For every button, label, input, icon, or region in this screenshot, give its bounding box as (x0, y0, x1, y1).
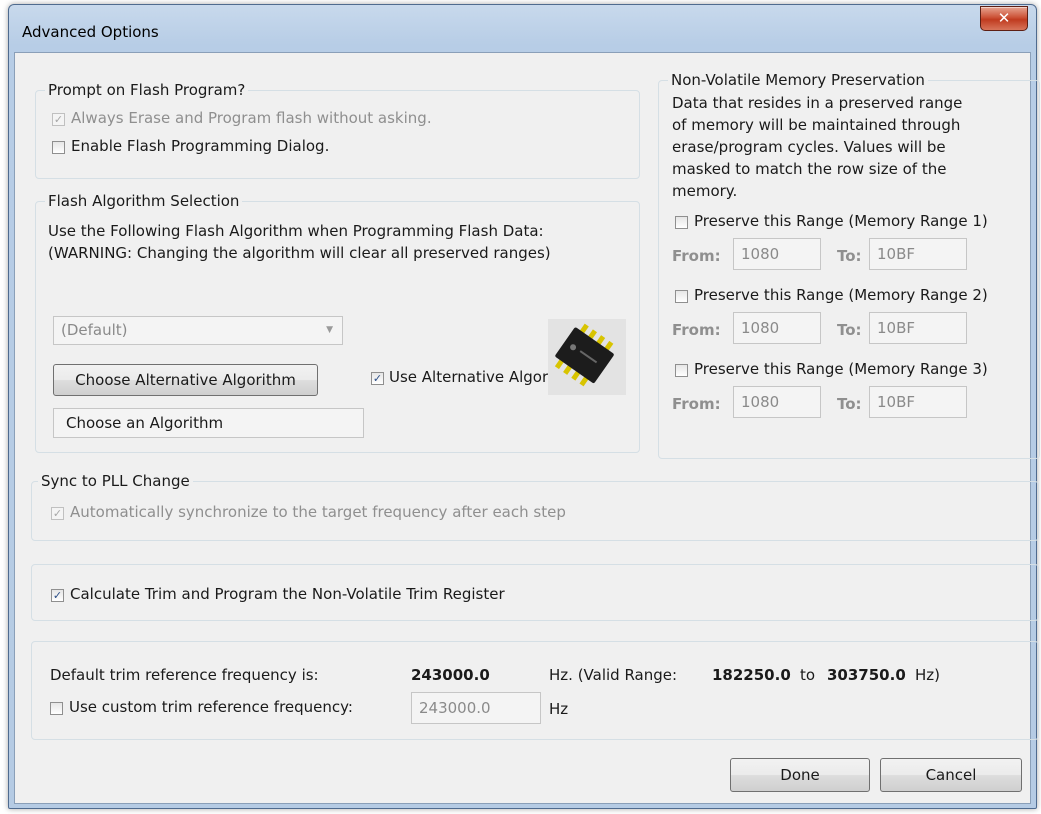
range-1-from-input[interactable]: 1080 (733, 238, 821, 270)
auto-sync-checkbox[interactable]: ✓ (51, 507, 64, 520)
algorithm-description-line2: (WARNING: Changing the algorithm will cl… (48, 244, 551, 262)
advanced-options-window: Advanced Options ✕ Prompt on Flash Progr… (8, 4, 1040, 809)
algorithm-name-field: Choose an Algorithm (53, 408, 364, 438)
range-2-from-input[interactable]: 1080 (733, 312, 821, 344)
calculate-trim-group: ✓ Calculate Trim and Program the Non-Vol… (31, 564, 1039, 621)
auto-sync-label: Automatically synchronize to the target … (70, 503, 566, 521)
algorithm-select-value: (Default) (61, 321, 128, 339)
title-bar[interactable]: Advanced Options ✕ (9, 5, 1036, 57)
preserve-range-1-label: Preserve this Range (Memory Range 1) (694, 212, 988, 230)
enable-dialog-checkbox[interactable] (52, 141, 65, 154)
use-alternative-algorithm-checkbox[interactable]: ✓ (371, 372, 384, 385)
valid-range-suffix: Hz) (915, 666, 941, 684)
valid-range-prefix: Hz. (Valid Range: (549, 666, 678, 684)
always-erase-label: Always Erase and Program flash without a… (71, 109, 432, 127)
custom-trim-input[interactable]: 243000.0 (411, 692, 541, 724)
range-3-from-label: From: (672, 395, 721, 413)
always-erase-checkbox[interactable]: ✓ (52, 113, 65, 126)
algorithm-description-line1: Use the Following Flash Algorithm when P… (48, 222, 544, 240)
preserve-range-2-label: Preserve this Range (Memory Range 2) (694, 286, 988, 304)
range-3-to-label: To: (837, 395, 862, 413)
memory-description-line2: of memory will be maintained through (672, 116, 961, 134)
range-3-to-input[interactable]: 10BF (869, 386, 967, 418)
range-2-to-input[interactable]: 10BF (869, 312, 967, 344)
choose-alternative-algorithm-button[interactable]: Choose Alternative Algorithm (53, 364, 318, 396)
sync-pll-legend: Sync to PLL Change (38, 472, 193, 490)
range-2-from-label: From: (672, 321, 721, 339)
memory-description-line3: erase/program cycles. Values will be (672, 138, 946, 156)
enable-dialog-label: Enable Flash Programming Dialog. (71, 137, 330, 155)
ic-chip-icon (548, 319, 626, 395)
done-button[interactable]: Done (730, 758, 870, 792)
memory-description-line4: masked to match the row size of the (672, 160, 947, 178)
chevron-down-icon: ▼ (326, 325, 333, 335)
cancel-button[interactable]: Cancel (880, 758, 1022, 792)
ic-chip-drawing (554, 323, 614, 387)
preserve-range-2-checkbox[interactable] (675, 290, 688, 303)
sync-pll-group: Sync to PLL Change ✓ Automatically synch… (31, 472, 1039, 541)
preserve-range-3-checkbox[interactable] (675, 364, 688, 377)
dialog-body: Prompt on Flash Program? ✓ Always Erase … (14, 52, 1040, 804)
default-trim-value: 243000.0 (411, 666, 490, 684)
memory-preservation-legend: Non-Volatile Memory Preservation (668, 71, 928, 89)
memory-preservation-group: Non-Volatile Memory Preservation Data th… (658, 71, 1040, 459)
range-3-from-input[interactable]: 1080 (733, 386, 821, 418)
range-2-to-label: To: (837, 321, 862, 339)
preserve-range-1-checkbox[interactable] (675, 216, 688, 229)
flash-prompt-group: Prompt on Flash Program? ✓ Always Erase … (35, 81, 640, 179)
default-trim-label: Default trim reference frequency is: (50, 666, 319, 684)
valid-range-max: 303750.0 (827, 666, 906, 684)
calculate-trim-checkbox[interactable]: ✓ (51, 589, 64, 602)
range-1-from-label: From: (672, 247, 721, 265)
valid-range-min: 182250.0 (712, 666, 791, 684)
close-button[interactable]: ✕ (980, 6, 1028, 31)
custom-trim-label: Use custom trim reference frequency: (69, 698, 353, 716)
calculate-trim-label: Calculate Trim and Program the Non-Volat… (70, 585, 505, 603)
memory-description-line5: memory. (672, 182, 738, 200)
valid-range-to: to (800, 666, 816, 684)
memory-description-line1: Data that resides in a preserved range (672, 94, 963, 112)
window-title: Advanced Options (22, 23, 159, 41)
flash-prompt-legend: Prompt on Flash Program? (45, 81, 249, 99)
preserve-range-3-label: Preserve this Range (Memory Range 3) (694, 360, 988, 378)
range-1-to-input[interactable]: 10BF (869, 238, 967, 270)
custom-trim-unit: Hz (549, 700, 569, 718)
custom-trim-checkbox[interactable] (50, 702, 63, 715)
trim-frequency-group: Default trim reference frequency is: 243… (31, 641, 1039, 740)
flash-algorithm-legend: Flash Algorithm Selection (45, 192, 243, 210)
range-1-to-label: To: (837, 247, 862, 265)
algorithm-select[interactable]: (Default) ▼ (53, 316, 343, 345)
